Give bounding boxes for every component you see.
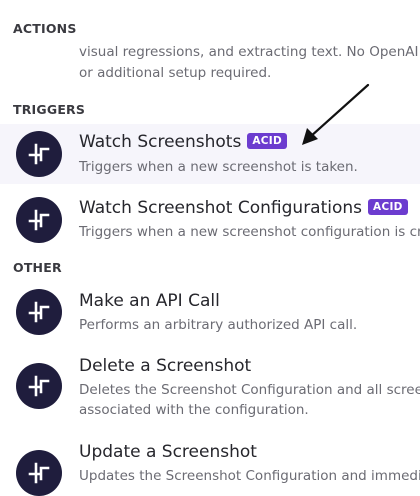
action-title: Update a Screenshot	[79, 442, 257, 462]
trigger-title: Watch Screenshot Configurations ACID	[79, 198, 408, 218]
action-description: Performs an arbitrary authorized API cal…	[79, 317, 358, 333]
trigger-item-watch-screenshot-configurations[interactable]: Watch Screenshot Configurations ACID Trig…	[0, 190, 420, 250]
app-logo-icon	[16, 289, 62, 335]
trigger-title-text: Watch Screenshot Configurations	[79, 198, 363, 218]
action-title: Delete a Screenshot	[79, 356, 252, 376]
app-logo-icon	[16, 131, 62, 177]
action-description-line1: Deletes the Screenshot Configuration and…	[79, 382, 420, 398]
acid-badge: ACID	[247, 133, 287, 149]
trigger-description: Triggers when a new screenshot is taken.	[79, 159, 358, 175]
app-logo-icon	[16, 450, 62, 496]
section-label-actions: ACTIONS	[13, 21, 77, 36]
action-item-make-api-call[interactable]: Make an API Call Performs an arbitrary a…	[0, 282, 420, 342]
action-description: Updates the Screenshot Configuration and…	[79, 468, 420, 484]
actions-description-line2: or additional setup required.	[79, 65, 272, 81]
trigger-description: Triggers when a new screenshot configura…	[79, 224, 420, 240]
app-logo-icon	[16, 363, 62, 409]
app-logo-icon	[16, 197, 62, 243]
action-title: Make an API Call	[79, 291, 220, 311]
trigger-title: Watch Screenshots ACID	[79, 132, 287, 152]
acid-badge: ACID	[368, 199, 408, 215]
section-label-triggers: TRIGGERS	[13, 102, 86, 117]
action-item-delete-screenshot[interactable]: Delete a Screenshot Deletes the Screensh…	[0, 350, 420, 425]
section-label-other: OTHER	[13, 260, 62, 275]
actions-description-line1: visual regressions, and extracting text.…	[79, 44, 420, 60]
action-item-update-screenshot[interactable]: Update a Screenshot Updates the Screensh…	[0, 436, 420, 496]
action-description-line2: associated with the configuration.	[79, 402, 309, 418]
arrow-annotation-icon	[302, 83, 370, 145]
trigger-title-text: Watch Screenshots	[79, 132, 242, 152]
